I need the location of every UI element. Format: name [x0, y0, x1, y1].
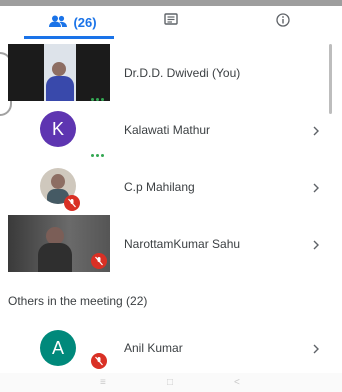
participant-row[interactable]: A Anil Kumar [0, 318, 342, 375]
more-options-icon[interactable] [91, 144, 107, 157]
people-count: (26) [73, 14, 97, 30]
video-thumbnail [8, 44, 110, 101]
chevron-right-icon[interactable] [312, 124, 320, 136]
avatar-initial: K [51, 118, 64, 139]
participant-row[interactable]: NarottamKumar Sahu [0, 215, 342, 272]
more-options-icon[interactable] [91, 88, 107, 101]
tab-chat[interactable] [158, 6, 184, 38]
avatar: A [40, 330, 76, 366]
muted-mic-icon [91, 253, 107, 269]
participant-row[interactable]: C.p Mahilang [0, 158, 342, 215]
chevron-right-icon[interactable] [312, 181, 320, 193]
muted-mic-icon [91, 353, 107, 369]
tab-people[interactable]: (26) [38, 6, 108, 38]
others-section-heading: Others in the meeting (22) [8, 294, 148, 308]
tab-bar: (26) [0, 6, 342, 38]
participant-name: Anil Kumar [124, 341, 183, 355]
people-icon [49, 15, 68, 30]
participant-name: C.p Mahilang [124, 179, 195, 194]
tab-info[interactable] [270, 6, 296, 38]
participant-name: NarottamKumar Sahu [124, 236, 241, 251]
avatar-initial: A [51, 337, 64, 358]
avatar: K [40, 111, 76, 147]
participant-name: Kalawati Mathur [124, 122, 211, 137]
system-nav-bar: ≡ □ < [0, 373, 342, 392]
active-tab-indicator [24, 36, 114, 39]
back-button[interactable]: < [234, 377, 240, 388]
participant-name: Dr.D.D. Dwivedi (You) [124, 65, 241, 80]
scrollbar[interactable] [329, 44, 332, 114]
participant-row[interactable]: K Kalawati Mathur [0, 101, 342, 158]
info-icon [276, 12, 290, 32]
chat-icon [164, 13, 178, 31]
chevron-right-icon[interactable] [312, 238, 320, 250]
home-button[interactable]: □ [167, 377, 173, 388]
participant-row-self[interactable]: Dr.D.D. Dwivedi (You) [0, 44, 342, 101]
muted-mic-icon [64, 195, 80, 211]
chevron-right-icon[interactable] [312, 342, 320, 354]
recent-apps-button[interactable]: ≡ [100, 377, 106, 388]
